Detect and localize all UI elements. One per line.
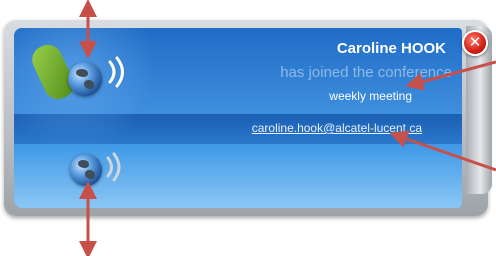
arrow-to-email <box>389 130 496 172</box>
annotation-arrows <box>79 0 496 256</box>
arrow-to-conference <box>405 60 496 91</box>
